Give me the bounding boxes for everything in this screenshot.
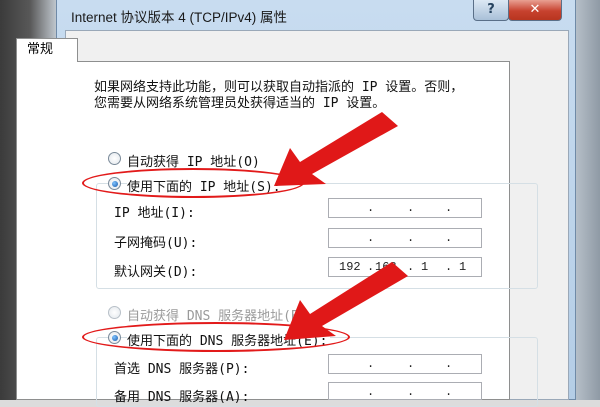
annotation-arrows [274,112,408,340]
red-arrow-icon [284,262,408,340]
red-arrow-icon [274,112,398,186]
tab-general[interactable]: 常规 [16,38,78,62]
